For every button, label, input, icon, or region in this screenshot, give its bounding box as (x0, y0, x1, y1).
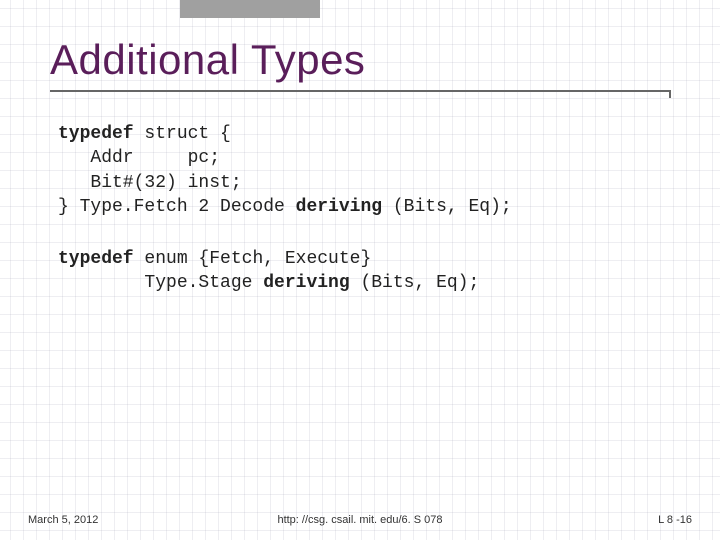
keyword-deriving: deriving (296, 197, 382, 217)
code-block-struct: typedef struct { Addr pc; Bit#(32) inst;… (58, 122, 680, 219)
top-notch-decoration (180, 0, 320, 18)
code-text: (Bits, Eq); (350, 273, 480, 293)
code-text: Type.Stage (58, 273, 263, 293)
code-block-enum: typedef enum {Fetch, Execute} Type.Stage… (58, 247, 680, 296)
keyword-typedef: typedef (58, 249, 134, 269)
title-area: Additional Types (50, 36, 670, 92)
code-area: typedef struct { Addr pc; Bit#(32) inst;… (58, 122, 680, 324)
code-text: Addr pc; (58, 148, 220, 168)
code-text: enum {Fetch, Execute} (134, 249, 372, 269)
footer-url: http: //csg. csail. mit. edu/6. S 078 (277, 514, 442, 526)
title-underline (50, 90, 670, 92)
footer-date: March 5, 2012 (28, 514, 98, 526)
code-text: Bit#(32) inst; (58, 173, 242, 193)
keyword-deriving: deriving (263, 273, 349, 293)
code-text: (Bits, Eq); (382, 197, 512, 217)
code-text: } Type.Fetch 2 Decode (58, 197, 296, 217)
code-text: struct { (134, 124, 231, 144)
footer-page: L 8 -16 (658, 514, 692, 526)
keyword-typedef: typedef (58, 124, 134, 144)
slide-title: Additional Types (50, 36, 670, 90)
underline-corner (663, 90, 671, 98)
